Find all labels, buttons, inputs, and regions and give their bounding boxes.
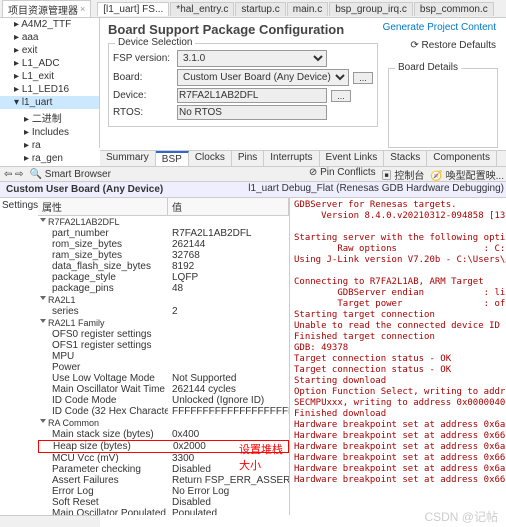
table-row[interactable]: Use Low Voltage ModeNot Supported [38, 373, 289, 384]
fsp-label: FSP version: [113, 53, 173, 64]
table-row[interactable]: Heap size (bytes)0x2000设置堆栈大小 [38, 440, 289, 453]
table-row[interactable]: package_styleLQFP [38, 272, 289, 283]
tree-item-selected[interactable]: ▾ l1_uart [0, 96, 99, 109]
tree-item[interactable]: ▸ L1_exit [0, 70, 99, 83]
rtos-field [177, 105, 327, 120]
table-header: 属性值 [38, 198, 289, 216]
table-row[interactable]: series2 [38, 306, 289, 317]
tab-interrupts[interactable]: Interrupts [264, 151, 319, 166]
nav-icon[interactable]: ⇦ ⇨ [4, 169, 24, 180]
smart-browser-tab[interactable]: 🔍 Smart Browser [30, 169, 111, 180]
properties-panel: Settings 属性值 R7FA2L1AB2DFLpart_numberR7F… [0, 198, 290, 515]
board-select[interactable]: Custom User Board (Any Device) [177, 69, 349, 86]
device-browse-button[interactable]: ... [331, 90, 351, 102]
table-row[interactable]: Main Oscillator PopulatedPopulated [38, 508, 289, 515]
tab-pins[interactable]: Pins [232, 151, 264, 166]
table-row[interactable]: Power [38, 362, 289, 373]
board-details-group: Board Details [388, 68, 498, 148]
editor-tab-0[interactable]: [l1_uart] FS... [97, 2, 169, 16]
properties-table: 属性值 R7FA2L1AB2DFLpart_numberR7FA2L1AB2DF… [38, 198, 289, 515]
tree-item[interactable]: ▸ A4M2_TTF [0, 18, 99, 31]
scrollbar-stub[interactable] [0, 515, 100, 527]
tree-item[interactable]: ▸ L1_LED16 [0, 83, 99, 96]
board-browse-button[interactable]: ... [353, 72, 373, 84]
project-explorer-tab[interactable]: 项目资源管理器× [2, 0, 91, 18]
table-row[interactable]: rom_size_bytes262144 [38, 239, 289, 250]
top-tabbar: 项目资源管理器× [l1_uart] FS... *hal_entry.c st… [0, 0, 506, 18]
property-group[interactable]: R7FA2L1AB2DFL [38, 216, 289, 228]
toolbar-row: ⇦ ⇨ 🔍 Smart Browser ⊘ Pin Conflicts ▣ 控制… [0, 166, 506, 182]
device-selection-group: Device Selection FSP version:3.1.0 Board… [108, 43, 378, 127]
close-icon[interactable]: × [80, 4, 85, 14]
generate-link[interactable]: Generate Project Content [383, 22, 496, 33]
tab-stacks[interactable]: Stacks [384, 151, 427, 166]
table-row[interactable]: Main Oscillator Wait Time262144 cycles [38, 384, 289, 395]
table-row[interactable]: Assert FailuresReturn FSP_ERR_ASSERTION [38, 475, 289, 486]
debug-console: GDBServer for Renesas targets. Version 8… [290, 198, 506, 515]
fieldset-legend: Device Selection [115, 37, 195, 48]
fsp-select[interactable]: 3.1.0 [177, 50, 327, 67]
debug-config-tab[interactable]: 🧭 喚型配置映... [430, 167, 504, 182]
table-row[interactable]: Soft ResetDisabled [38, 497, 289, 508]
bsp-bottom-tabs: Summary BSP Clocks Pins Interrupts Event… [100, 150, 506, 166]
table-row[interactable]: OFS1 register settings [38, 340, 289, 351]
tree-item[interactable]: ▸ exit [0, 44, 99, 57]
tab-bsp[interactable]: BSP [156, 151, 189, 166]
property-group[interactable]: RA2L1 [38, 294, 289, 306]
property-group[interactable]: RA2L1 Family [38, 317, 289, 329]
table-row[interactable]: ID Code (32 Hex Characters)FFFFFFFFFFFFF… [38, 406, 289, 417]
project-tree: ▸ A4M2_TTF ▸ aaa ▸ exit ▸ L1_ADC ▸ L1_ex… [0, 18, 100, 148]
table-row[interactable]: ID Code ModeUnlocked (Ignore ID) [38, 395, 289, 406]
tree-item[interactable]: ▸ aaa [0, 31, 99, 44]
editor-tab-5[interactable]: bsp_common.c [414, 2, 494, 16]
table-row[interactable]: ram_size_bytes32768 [38, 250, 289, 261]
tab-clocks[interactable]: Clocks [189, 151, 232, 166]
table-row[interactable]: package_pins48 [38, 283, 289, 294]
table-row[interactable]: Main stack size (bytes)0x400 [38, 429, 289, 440]
pin-conflicts-tab[interactable]: ⊘ Pin Conflicts [309, 167, 376, 182]
device-label: Device: [113, 90, 173, 101]
editor-tab-1[interactable]: *hal_entry.c [170, 2, 234, 16]
table-row[interactable]: part_numberR7FA2L1AB2DFL [38, 228, 289, 239]
console-tab[interactable]: ▣ 控制台 [382, 167, 425, 182]
properties-header: Custom User Board (Any Device) l1_uart D… [0, 182, 506, 198]
property-group[interactable]: RA Common [38, 417, 289, 429]
settings-label: Settings [2, 200, 38, 211]
table-row[interactable]: MPU [38, 351, 289, 362]
device-field [177, 88, 327, 103]
editor-tab-4[interactable]: bsp_group_irq.c [329, 2, 413, 16]
rtos-label: RTOS: [113, 107, 173, 118]
tree-sub-item[interactable]: ▸ 二进制 [10, 109, 99, 126]
console-header: l1_uart Debug_Flat (Renesas GDB Hardware… [248, 183, 504, 194]
editor-tab-3[interactable]: main.c [287, 2, 328, 16]
restore-defaults[interactable]: ⟳ Restore Defaults [410, 40, 496, 51]
tree-sub-item[interactable]: ▸ ra_gen [10, 152, 99, 165]
tree-sub-item[interactable]: ▸ Includes [10, 126, 99, 139]
fieldset-legend: Board Details [395, 62, 461, 73]
table-row[interactable]: data_flash_size_bytes8192 [38, 261, 289, 272]
table-row[interactable]: Error LogNo Error Log [38, 486, 289, 497]
editor-tab-2[interactable]: startup.c [235, 2, 285, 16]
tab-summary[interactable]: Summary [100, 151, 156, 166]
bsp-config-panel: Board Support Package Configuration Gene… [100, 18, 506, 166]
watermark: CSDN @记帖 [424, 508, 498, 525]
tree-sub-item[interactable]: ▸ ra [10, 139, 99, 152]
tab-eventlinks[interactable]: Event Links [320, 151, 385, 166]
tab-components[interactable]: Components [427, 151, 497, 166]
board-label: Board: [113, 72, 173, 83]
tree-item[interactable]: ▸ L1_ADC [0, 57, 99, 70]
table-row[interactable]: OFS0 register settings [38, 329, 289, 340]
